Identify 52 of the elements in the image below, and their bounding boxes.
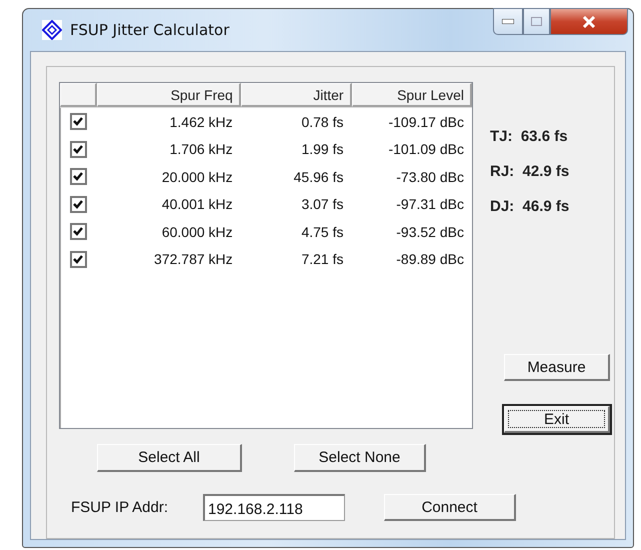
- check-icon: [73, 254, 84, 264]
- close-icon: [582, 16, 596, 28]
- table-cell-text: 4.75 fs: [300, 224, 344, 240]
- table-cell-text: -101.09 dBc: [387, 141, 465, 158]
- table-cell-text: 1.99 fs: [300, 141, 344, 158]
- table-cell-text: -109.17 dBc: [387, 114, 465, 130]
- checkbox[interactable]: [70, 223, 87, 240]
- table-cell-text: 60.000 kHz: [160, 224, 234, 240]
- maximize-icon: [531, 17, 542, 26]
- table-cell-text: 3.07 fs: [300, 196, 344, 212]
- select-none-button[interactable]: Select None: [294, 444, 426, 472]
- table-cell-text: 1.462 kHz: [168, 114, 234, 130]
- jitter-result: DJ: 46.9 fs: [490, 198, 570, 215]
- table-cell-text: 20.000 kHz: [160, 168, 234, 185]
- table-cell-text: -89.89 dBc: [395, 251, 465, 268]
- check-icon: [73, 200, 84, 209]
- diamond-logo-icon: [42, 20, 62, 40]
- table-cell-text: -93.52 dBc: [395, 224, 465, 240]
- table-cell-text: 1.706 kHz: [168, 141, 234, 158]
- exit-button[interactable]: Exit: [504, 406, 610, 433]
- column-header[interactable]: Spur Level: [352, 83, 472, 107]
- check-icon: [73, 144, 84, 154]
- table-cell-text: 40.001 kHz: [160, 196, 234, 212]
- connect-button[interactable]: Connect: [384, 494, 516, 521]
- check-icon: [73, 172, 84, 182]
- column-header[interactable]: [60, 83, 98, 107]
- maximize-button[interactable]: [523, 8, 550, 35]
- minimize-button[interactable]: [493, 8, 523, 35]
- checkbox[interactable]: [70, 196, 87, 213]
- checkbox[interactable]: [70, 113, 87, 130]
- ip-address-field[interactable]: 192.168.2.118: [203, 494, 345, 521]
- window-title: FSUP Jitter Calculator: [70, 21, 230, 39]
- column-header[interactable]: Spur Freq: [97, 83, 241, 107]
- check-icon: [73, 227, 84, 236]
- close-button[interactable]: [550, 8, 628, 35]
- checkbox[interactable]: [70, 250, 87, 268]
- minimize-icon: [502, 19, 514, 24]
- table-cell-text: 0.78 fs: [300, 114, 344, 130]
- table-cell-text: 7.21 fs: [300, 251, 344, 268]
- checkbox[interactable]: [70, 168, 87, 186]
- jitter-result: TJ: 63.6 fs: [490, 128, 569, 145]
- select-all-button[interactable]: Select All: [97, 444, 242, 472]
- table-cell-text: -73.80 dBc: [395, 168, 465, 185]
- table-cell-text: 372.787 kHz: [153, 251, 234, 268]
- check-icon: [73, 117, 84, 126]
- jitter-result: RJ: 42.9 fs: [490, 163, 570, 180]
- table-cell-text: 45.96 fs: [292, 168, 344, 185]
- ip-address-label: FSUP IP Addr:: [71, 499, 169, 516]
- measure-button[interactable]: Measure: [504, 354, 610, 381]
- column-header[interactable]: Jitter: [240, 83, 352, 107]
- checkbox[interactable]: [70, 140, 87, 158]
- table-cell-text: -97.31 dBc: [395, 196, 465, 212]
